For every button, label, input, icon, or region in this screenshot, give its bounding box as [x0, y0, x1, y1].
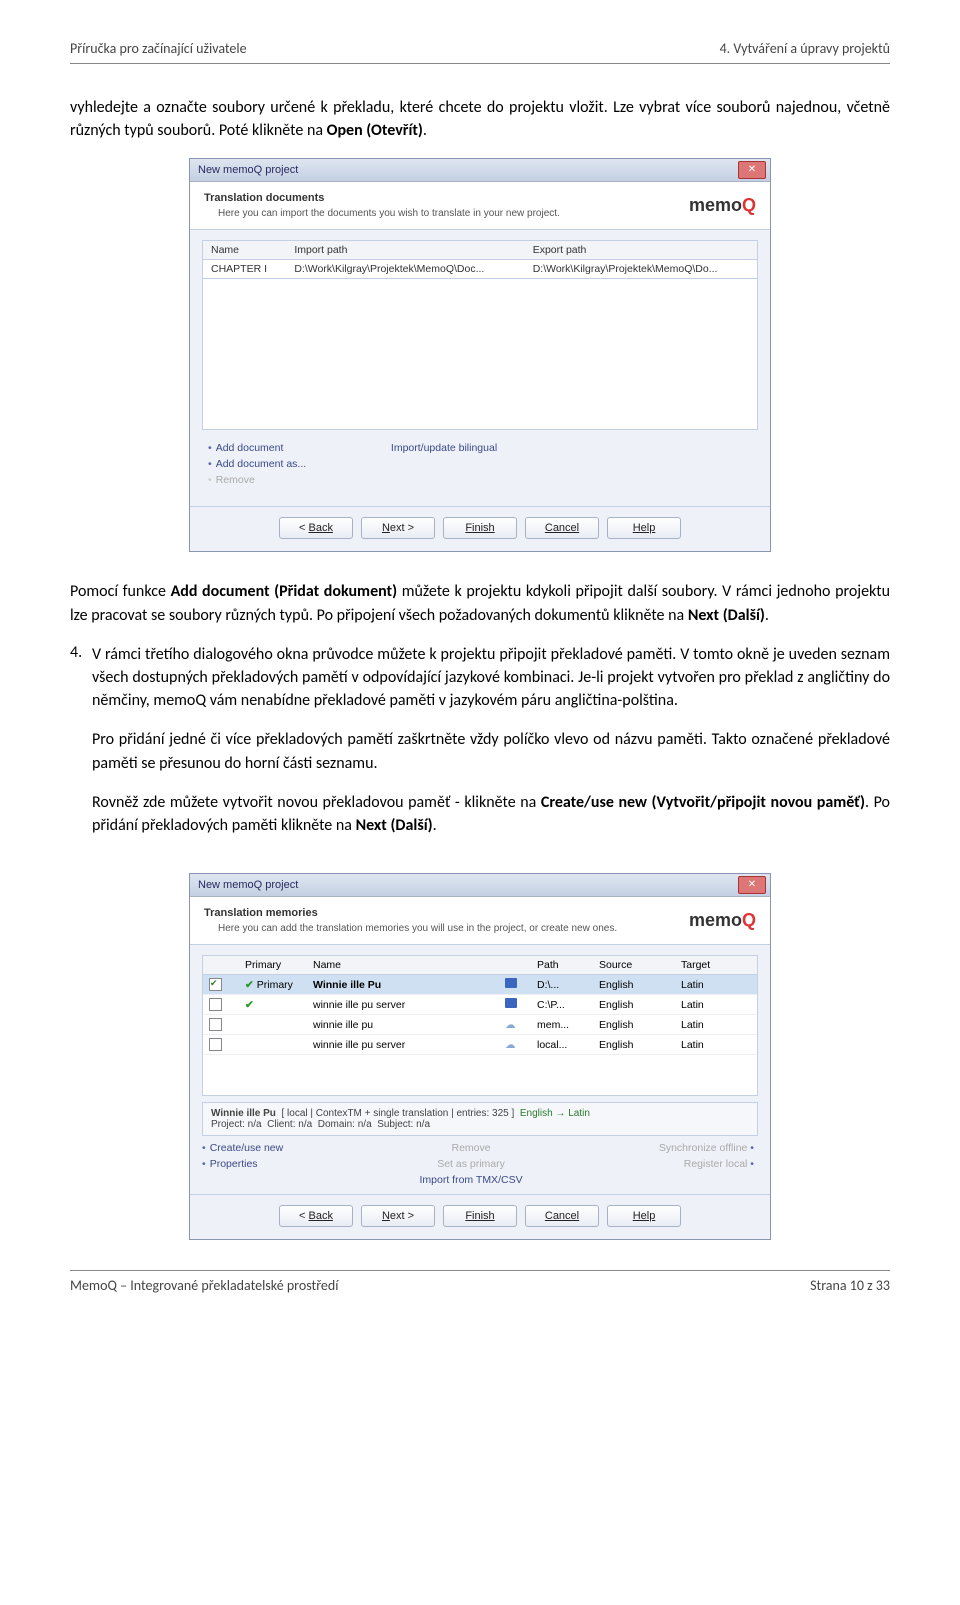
col-tm-name[interactable]: Name: [307, 956, 499, 975]
next-button[interactable]: Next >: [361, 517, 435, 539]
memoq-logo: memoQ: [689, 910, 756, 931]
table-row[interactable]: CHAPTER I D:\Work\Kilgray\Projektek\Memo…: [203, 260, 757, 279]
memoq-logo: memoQ: [689, 195, 756, 216]
dialog2-title: New memoQ project: [194, 879, 738, 891]
dialog2-subheading: Here you can add the translation memorie…: [204, 923, 689, 934]
disk-icon: [505, 978, 517, 988]
col-check: [203, 956, 239, 975]
col-primary[interactable]: Primary: [239, 956, 307, 975]
link-sync-offline: Synchronize offline •: [659, 1142, 758, 1154]
disk-icon: [505, 998, 517, 1008]
dialog1-title: New memoQ project: [194, 164, 738, 176]
tm-row[interactable]: ✔ Primary Winnie ille Pu D:\... English …: [203, 975, 757, 995]
checkbox-icon[interactable]: [209, 1038, 222, 1051]
item4-p2: Pro přidání jedné či více překladových p…: [92, 728, 890, 774]
link-remove: •Remove: [208, 474, 255, 486]
cloud-icon: ☁: [505, 1019, 516, 1031]
item4-p3: Rovněž zde můžete vytvořit novou překlad…: [92, 791, 890, 837]
list-number-4: 4.: [70, 643, 92, 853]
col-target[interactable]: Target: [675, 956, 757, 975]
dialog1-heading: Translation documents: [204, 192, 689, 204]
para-1: vyhledejte a označte soubory určené k př…: [70, 96, 890, 142]
col-path[interactable]: Path: [531, 956, 593, 975]
checkbox-icon[interactable]: [209, 978, 222, 991]
checkbox-icon[interactable]: [209, 1018, 222, 1031]
close-icon[interactable]: ✕: [738, 876, 766, 894]
link-register-local: Register local •: [684, 1158, 758, 1170]
link-add-document-as[interactable]: •Add document as...: [208, 458, 306, 470]
check-icon: ✔: [245, 999, 254, 1011]
dialog2-heading: Translation memories: [204, 907, 689, 919]
header-right: 4. Vytváření a úpravy projektů: [720, 40, 890, 57]
footer-rule: [70, 1270, 890, 1271]
col-name[interactable]: Name: [203, 241, 286, 260]
link-create-use-new[interactable]: •Create/use new: [202, 1142, 283, 1154]
tm-table: Primary Name Path Source Target ✔ Primar…: [203, 956, 757, 1055]
cancel-button[interactable]: Cancel: [525, 1205, 599, 1227]
footer-left: MemoQ – Integrované překladatelské prost…: [70, 1277, 338, 1294]
finish-button[interactable]: Finish: [443, 1205, 517, 1227]
cancel-button[interactable]: Cancel: [525, 517, 599, 539]
back-button[interactable]: < Back: [279, 1205, 353, 1227]
dialog-translation-documents: New memoQ project ✕ Translation document…: [189, 158, 771, 552]
link-import-tmx[interactable]: Import from TMX/CSV: [420, 1174, 523, 1186]
finish-button[interactable]: Finish: [443, 517, 517, 539]
link-properties[interactable]: •Properties: [202, 1158, 283, 1170]
link-add-document[interactable]: •Add document: [208, 442, 283, 454]
header-rule: [70, 63, 890, 64]
item4-p1: V rámci třetího dialogového okna průvodc…: [92, 643, 890, 713]
help-button[interactable]: Help: [607, 1205, 681, 1227]
col-import-path[interactable]: Import path: [286, 241, 524, 260]
dialog1-subheading: Here you can import the documents you wi…: [204, 208, 689, 219]
next-button[interactable]: Next >: [361, 1205, 435, 1227]
tm-row[interactable]: winnie ille pu server ☁ local... English…: [203, 1035, 757, 1055]
cloud-icon: ☁: [505, 1039, 516, 1051]
tm-info-bar: Winnie ille Pu [ local | ContexTM + sing…: [202, 1102, 758, 1136]
primary-icon: ✔: [245, 979, 254, 991]
footer-right: Strana 10 z 33: [810, 1277, 890, 1294]
col-source[interactable]: Source: [593, 956, 675, 975]
header-left: Příručka pro začínající uživatele: [70, 40, 247, 57]
close-icon[interactable]: ✕: [738, 161, 766, 179]
back-button[interactable]: < Back: [279, 517, 353, 539]
dialog-translation-memories: New memoQ project ✕ Translation memories…: [189, 873, 771, 1240]
link-set-primary: Set as primary: [437, 1158, 505, 1170]
help-button[interactable]: Help: [607, 517, 681, 539]
tm-row[interactable]: winnie ille pu ☁ mem... English Latin: [203, 1015, 757, 1035]
link-remove-tm: Remove: [451, 1142, 490, 1154]
tm-row[interactable]: ✔ winnie ille pu server C:\P... English …: [203, 995, 757, 1015]
documents-table: Name Import path Export path CHAPTER I D…: [203, 241, 757, 278]
checkbox-icon[interactable]: [209, 998, 222, 1011]
link-import-bilingual[interactable]: Import/update bilingual: [391, 442, 497, 454]
para-2: Pomocí funkce Add document (Přidat dokum…: [70, 580, 890, 626]
col-export-path[interactable]: Export path: [525, 241, 757, 260]
